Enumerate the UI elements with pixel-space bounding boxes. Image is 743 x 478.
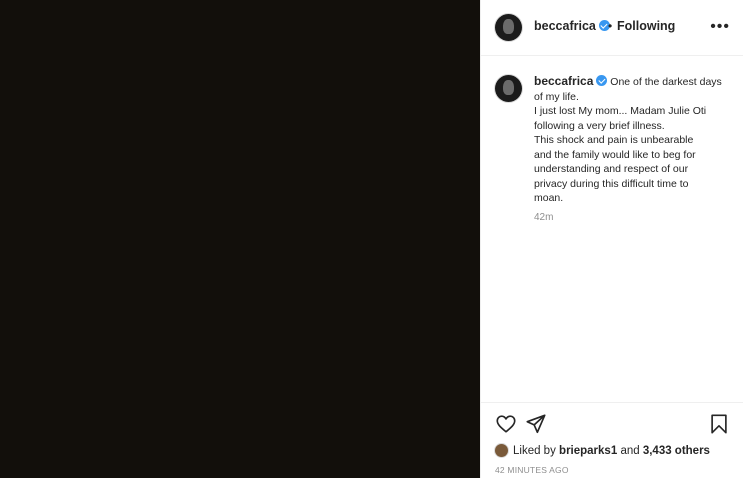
caption-line: and the family would like to beg for <box>534 148 696 161</box>
caption-line: of my life. <box>534 90 579 103</box>
share-icon[interactable] <box>525 413 547 435</box>
caption-username[interactable]: beccafrica <box>534 74 593 88</box>
post-caption: beccafrica One of the darkest days of my… <box>534 74 734 206</box>
likes-others-link[interactable]: 3,433 others <box>643 445 710 457</box>
post-side-panel: beccafrica • Following ••• beccafrica On… <box>480 0 743 478</box>
caption-line: following a very brief illness. <box>534 119 665 132</box>
post-header: beccafrica • Following ••• <box>481 0 743 56</box>
caption-time[interactable]: 42m <box>534 212 553 223</box>
caption-line: I just lost My mom... Madam Julie Oti <box>534 105 707 117</box>
caption-verified-badge-icon <box>596 75 608 86</box>
caption-author-avatar[interactable] <box>495 75 522 102</box>
likes-connector: and <box>620 445 640 457</box>
separator-dot: • <box>608 19 613 33</box>
bookmark-icon[interactable] <box>708 413 730 435</box>
post-timestamp[interactable]: 42 MINUTES AGO <box>495 465 569 475</box>
post-media[interactable] <box>0 0 480 478</box>
post-actions: Liked by brieparks1 and 3,433 others 42 … <box>481 402 743 478</box>
heart-icon[interactable] <box>495 413 517 435</box>
caption-line: This shock and pain is unbearable <box>534 134 694 146</box>
caption-line: moan. <box>534 192 564 204</box>
author-username[interactable]: beccafrica <box>534 19 610 33</box>
caption-line: privacy during this difficult time to <box>534 177 689 190</box>
caption-line: understanding and respect of our <box>534 163 689 175</box>
author-avatar[interactable] <box>495 14 522 41</box>
more-options-icon[interactable]: ••• <box>710 19 730 35</box>
likes-prefix: Liked by <box>513 445 556 457</box>
liker-avatar[interactable] <box>495 444 508 457</box>
author-username-text[interactable]: beccafrica <box>534 19 596 33</box>
likes-summary: Liked by brieparks1 and 3,433 others <box>495 444 710 457</box>
caption-line: One of the darkest days <box>610 76 722 88</box>
following-button[interactable]: Following <box>617 19 675 33</box>
liker-username[interactable]: brieparks1 <box>559 445 617 457</box>
